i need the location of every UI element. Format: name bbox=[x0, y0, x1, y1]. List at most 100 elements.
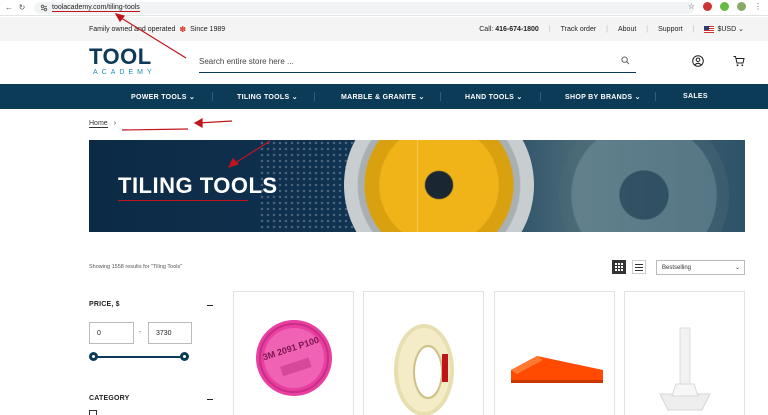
currency-selector[interactable]: $USD ⌄ bbox=[704, 25, 744, 33]
blurred-blade-image bbox=[559, 140, 729, 232]
nav-divider bbox=[314, 92, 315, 101]
support-link[interactable]: Support bbox=[658, 26, 683, 33]
chevron-down-icon: ⌄ bbox=[734, 265, 740, 271]
extension-icon[interactable] bbox=[703, 2, 712, 11]
range-dash: - bbox=[139, 329, 142, 336]
cart-icon[interactable] bbox=[733, 55, 745, 67]
results-count: Showing 1558 results for "Tiling Tools" bbox=[89, 264, 183, 270]
breadcrumb-separator: › bbox=[113, 120, 117, 127]
chevron-down-icon: ⌄ bbox=[634, 94, 641, 101]
profile-avatar-icon[interactable] bbox=[737, 2, 746, 11]
site-header: TOOL ACADEMY bbox=[0, 41, 768, 83]
logo-wordmark: TOOL bbox=[89, 44, 152, 69]
category-hero-banner: TILING TOOLS bbox=[89, 140, 745, 232]
price-slider-max-handle[interactable] bbox=[180, 352, 189, 361]
bookmark-star-icon[interactable]: ☆ bbox=[688, 2, 695, 11]
price-max-input[interactable] bbox=[148, 322, 192, 344]
sort-selected-value: Bestselling bbox=[662, 265, 692, 271]
price-slider-min-handle[interactable] bbox=[89, 352, 98, 361]
title-underline-annotation bbox=[118, 200, 248, 201]
collapse-price-filter-icon[interactable] bbox=[207, 305, 213, 306]
browser-toolbar: ← ↻ toolacademy.com/tiling-tools ☆ ⋮ bbox=[0, 0, 768, 16]
divider: | bbox=[646, 25, 649, 33]
chevron-down-icon: ⌄ bbox=[188, 94, 196, 101]
nav-divider bbox=[440, 92, 441, 101]
nav-label: HAND TOOLS bbox=[465, 94, 515, 101]
divider: | bbox=[606, 25, 608, 33]
masking-tape-roll-image[interactable] bbox=[384, 318, 464, 415]
nav-divider bbox=[540, 92, 541, 101]
maple-leaf-icon: ✽ bbox=[179, 25, 187, 34]
annotation-arrow bbox=[197, 120, 233, 124]
orange-tile-wedge-image[interactable] bbox=[507, 350, 607, 386]
white-tile-leveling-spacer-image[interactable] bbox=[650, 324, 720, 415]
divider: | bbox=[692, 25, 695, 33]
arrow-head bbox=[193, 117, 203, 129]
collapse-category-filter-icon[interactable] bbox=[207, 399, 213, 400]
nav-tiling-tools[interactable]: TILING TOOLS ⌄ bbox=[237, 93, 298, 101]
track-order-link[interactable]: Track order bbox=[561, 26, 597, 33]
nav-sales[interactable]: SALES bbox=[683, 93, 708, 100]
category-checkbox[interactable] bbox=[89, 410, 97, 415]
nav-label: MARBLE & GRANITE bbox=[341, 94, 417, 101]
call-label: Call: bbox=[479, 25, 494, 33]
pink-filter-cartridge-image[interactable]: 3M 2091 P100 bbox=[254, 318, 334, 398]
nav-shop-by-brands[interactable]: SHOP BY BRANDS ⌄ bbox=[565, 93, 641, 101]
site-info-icon[interactable] bbox=[40, 4, 48, 12]
site-logo[interactable]: TOOL ACADEMY bbox=[89, 46, 153, 80]
diamond-blade-image bbox=[344, 140, 534, 232]
product-card[interactable] bbox=[494, 291, 615, 415]
extension-icon[interactable] bbox=[720, 2, 729, 11]
nav-divider bbox=[212, 92, 213, 101]
search-bar bbox=[199, 51, 636, 73]
nav-hand-tools[interactable]: HAND TOOLS ⌄ bbox=[465, 93, 523, 101]
reload-icon[interactable]: ↻ bbox=[15, 3, 29, 12]
nav-label: POWER TOOLS bbox=[131, 94, 187, 101]
price-min-input[interactable] bbox=[89, 322, 134, 344]
search-input[interactable] bbox=[199, 51, 599, 72]
banner-divider bbox=[417, 140, 418, 232]
utility-bar: Family owned and operated ✽ Since 1989 C… bbox=[0, 17, 768, 41]
breadcrumb-home[interactable]: Home bbox=[89, 120, 108, 128]
page-title: TILING TOOLS bbox=[118, 173, 278, 198]
category-filter-title: CATEGORY bbox=[89, 395, 130, 402]
about-link[interactable]: About bbox=[618, 26, 636, 33]
divider: | bbox=[548, 25, 551, 33]
url-text: toolacademy.com/tiling-tools bbox=[52, 4, 140, 12]
tagline: Family owned and operated ✽ Since 1989 bbox=[89, 25, 225, 34]
search-icon[interactable] bbox=[621, 56, 630, 65]
utility-links: Call: 416-674-1800 | Track order | About… bbox=[479, 25, 744, 34]
since-text: Since 1989 bbox=[190, 26, 226, 33]
price-filter-title: PRICE, $ bbox=[89, 301, 120, 308]
list-view-button[interactable] bbox=[632, 260, 646, 274]
chevron-down-icon: ⌄ bbox=[291, 94, 298, 101]
annotation-underline bbox=[121, 128, 189, 131]
account-icon[interactable] bbox=[692, 55, 704, 67]
main-navigation: POWER TOOLS ⌄ TILING TOOLS ⌄ MARBLE & GR… bbox=[0, 84, 768, 109]
product-card[interactable] bbox=[363, 291, 484, 415]
logo-subtitle: ACADEMY bbox=[93, 69, 156, 76]
phone-number: 416-674-1800 bbox=[495, 25, 539, 33]
grid-view-button[interactable] bbox=[612, 260, 626, 274]
nav-label: TILING TOOLS bbox=[237, 94, 290, 101]
tagline-text: Family owned and operated bbox=[89, 26, 176, 33]
back-icon[interactable]: ← bbox=[2, 3, 16, 12]
phone-contact[interactable]: Call: 416-674-1800 bbox=[479, 26, 539, 33]
currency-label: $USD bbox=[717, 26, 737, 33]
us-flag-icon bbox=[704, 25, 715, 33]
browser-menu-icon[interactable]: ⋮ bbox=[754, 2, 762, 11]
product-card[interactable]: 3M 2091 P100 bbox=[233, 291, 354, 415]
breadcrumb: Home › bbox=[89, 120, 116, 128]
address-bar[interactable]: toolacademy.com/tiling-tools bbox=[34, 2, 694, 14]
nav-label: SHOP BY BRANDS bbox=[565, 94, 633, 101]
nav-divider bbox=[655, 92, 656, 101]
browser-actions: ☆ ⋮ bbox=[688, 2, 762, 11]
chevron-down-icon: ⌄ bbox=[516, 94, 523, 101]
chevron-down-icon: ⌄ bbox=[418, 94, 425, 101]
nav-marble-granite[interactable]: MARBLE & GRANITE ⌄ bbox=[341, 93, 425, 101]
price-slider-track[interactable] bbox=[93, 356, 185, 358]
sort-dropdown[interactable]: Bestselling ⌄ bbox=[656, 260, 745, 275]
product-card[interactable] bbox=[624, 291, 745, 415]
nav-power-tools[interactable]: POWER TOOLS ⌄ bbox=[131, 93, 195, 101]
chevron-down-icon: ⌄ bbox=[738, 26, 744, 33]
